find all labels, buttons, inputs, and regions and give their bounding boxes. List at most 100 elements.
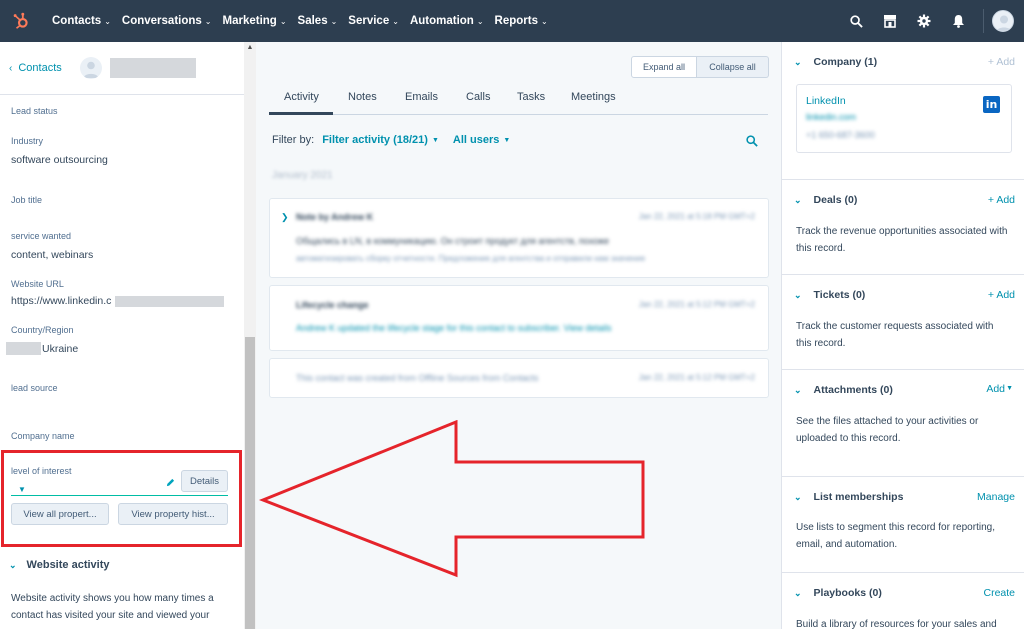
industry-label: Industry (11, 136, 44, 146)
all-users-dropdown[interactable]: All users ▼ (453, 134, 510, 146)
highlight-box (1, 450, 242, 547)
add-deal-button[interactable]: + Add (988, 194, 1015, 206)
tab-notes[interactable]: Notes (348, 91, 377, 103)
attachments-section: ⌄ Attachments (0) Add ▼ See the files att… (782, 370, 1024, 477)
nav-label: Contacts (52, 15, 102, 27)
nav-marketing[interactable]: Marketing ⌄ (223, 15, 287, 27)
company-name-link[interactable]: LinkedIn (806, 95, 846, 107)
add-company-button[interactable]: + Add (988, 56, 1015, 68)
chevron-left-icon: ‹ (9, 62, 13, 74)
hubspot-logo-icon[interactable] (0, 0, 42, 42)
add-ticket-button[interactable]: + Add (988, 289, 1015, 301)
chevron-down-icon: ⌄ (794, 56, 802, 67)
website-activity-header[interactable]: ⌄ Website activity (9, 559, 110, 571)
section-title: List memberships (813, 491, 904, 503)
nav-sales[interactable]: Sales ⌄ (298, 15, 338, 27)
chevron-down-icon: ⌄ (540, 17, 548, 26)
nav-service[interactable]: Service ⌄ (348, 15, 399, 27)
chevron-down-icon: ⌄ (330, 17, 338, 26)
all-users-label: All users (452, 134, 500, 146)
website-activity-description: Website activity shows you how many time… (11, 593, 214, 621)
nav-label: Conversations (121, 15, 202, 27)
job-title-label: Job title (11, 195, 43, 205)
activity-card-created[interactable]: This contact was created from Offline So… (269, 358, 769, 398)
manage-lists-button[interactable]: Manage (977, 491, 1015, 503)
playbooks-header[interactable]: ⌄ Playbooks (0) (794, 587, 882, 599)
expand-all-button[interactable]: Expand all (631, 56, 697, 78)
company-phone: +1 650-687-3600 (806, 130, 875, 140)
card-date: Jan 22, 2021 at 5:12 PM GMT+2 (638, 300, 755, 309)
nav-reports[interactable]: Reports ⌄ (495, 15, 548, 27)
tab-activity[interactable]: Activity (284, 91, 319, 103)
industry-value[interactable]: software outsourcing (11, 154, 108, 166)
nav-label: Marketing (222, 15, 277, 27)
user-avatar[interactable] (992, 10, 1014, 32)
nav-label: Automation (409, 15, 474, 27)
attachments-description: See the files attached to your activitie… (796, 416, 979, 444)
section-title: Website activity (26, 559, 110, 571)
add-attachment-button[interactable]: Add (986, 383, 1005, 395)
scroll-up-arrow-icon[interactable]: ▲ (244, 44, 256, 51)
activity-card-note[interactable]: ❯ Note by Andrew K Jan 22, 2021 at 5:18 … (269, 198, 769, 278)
country-value[interactable]: Ukraine (42, 343, 78, 355)
search-icon[interactable] (839, 0, 873, 42)
filter-label: Filter by: (272, 134, 315, 146)
nav-contacts[interactable]: Contacts ⌄ (52, 15, 111, 27)
list-memberships-header[interactable]: ⌄ List memberships (794, 491, 903, 503)
redacted-contact-name (109, 58, 196, 78)
lead-source-label: lead source (11, 383, 58, 393)
card-title: Note by Andrew K (296, 212, 374, 222)
associations-sidebar: ⌄ Company (1) + Add LinkedIn linkedin.com… (781, 42, 1024, 629)
tickets-description: Track the customer requests associated w… (796, 321, 994, 349)
card-date: Jan 22, 2021 at 5:18 PM GMT+2 (638, 212, 755, 221)
filter-activity-dropdown[interactable]: Filter activity (18/21) ▼ (322, 134, 439, 146)
sidebar-header: ‹ Contacts (0, 42, 244, 95)
card-date: Jan 22, 2021 at 5:12 PM GMT+2 (638, 373, 755, 382)
playbooks-description: Build a library of resources for your sa… (796, 619, 997, 629)
company-header[interactable]: ⌄ Company (1) (794, 56, 877, 68)
tab-emails[interactable]: Emails (405, 91, 438, 103)
sidebar-scrollbar[interactable]: ▲ (244, 42, 256, 629)
search-activity-icon[interactable] (746, 134, 758, 152)
chevron-down-icon: ⌄ (476, 17, 484, 26)
marketplace-icon[interactable] (873, 0, 907, 42)
annotation-arrow (258, 420, 645, 578)
settings-icon[interactable] (907, 0, 941, 42)
section-title: Playbooks (0) (813, 587, 882, 599)
service-wanted-value[interactable]: content, webinars (11, 249, 93, 261)
deals-header[interactable]: ⌄ Deals (0) (794, 194, 857, 206)
notifications-icon[interactable] (941, 0, 975, 42)
scroll-thumb[interactable] (245, 337, 255, 629)
collapse-all-button[interactable]: Collapse all (697, 56, 769, 78)
redacted-url (115, 296, 224, 307)
chevron-down-icon: ⌄ (794, 587, 802, 598)
section-title: Attachments (0) (813, 384, 893, 396)
nav-conversations[interactable]: Conversations ⌄ (122, 15, 212, 27)
card-title: This contact was created from Offline So… (296, 373, 539, 383)
card-body-line: Andrew K updated the lifecycle stage for… (296, 323, 612, 333)
create-playbook-button[interactable]: Create (983, 587, 1015, 599)
list-memberships-section: ⌄ List memberships Manage Use lists to se… (782, 477, 1024, 573)
caret-down-icon: ▼ (503, 136, 511, 144)
tickets-header[interactable]: ⌄ Tickets (0) (794, 289, 865, 301)
company-domain-link[interactable]: linkedin.com (806, 112, 856, 122)
month-heading: January 2021 (272, 170, 333, 181)
back-to-contacts-link[interactable]: ‹ Contacts (9, 62, 62, 74)
tab-meetings[interactable]: Meetings (571, 91, 616, 103)
filter-bar: Filter by: Filter activity (18/21) ▼ All … (272, 134, 510, 146)
nav-utilities (839, 0, 1024, 42)
website-url-value[interactable]: https://www.linkedin.c (11, 295, 111, 307)
tab-calls[interactable]: Calls (466, 91, 490, 103)
company-card[interactable]: LinkedIn linkedin.com +1 650-687-3600 in (796, 84, 1012, 153)
chevron-right-icon[interactable]: ❯ (281, 212, 289, 223)
list-memberships-description: Use lists to segment this record for rep… (796, 522, 995, 550)
company-section: ⌄ Company (1) + Add LinkedIn linkedin.com… (782, 42, 1024, 180)
back-label: Contacts (18, 62, 62, 74)
tab-tasks[interactable]: Tasks (517, 91, 545, 103)
activity-card-lifecycle[interactable]: Lifecycle change Jan 22, 2021 at 5:12 PM… (269, 285, 769, 351)
caret-down-icon[interactable]: ▼ (1006, 385, 1013, 392)
playbooks-section: ⌄ Playbooks (0) Create Build a library of… (782, 573, 1024, 629)
nav-automation[interactable]: Automation ⌄ (410, 15, 484, 27)
chevron-down-icon: ⌄ (794, 491, 802, 502)
attachments-header[interactable]: ⌄ Attachments (0) (794, 384, 893, 396)
